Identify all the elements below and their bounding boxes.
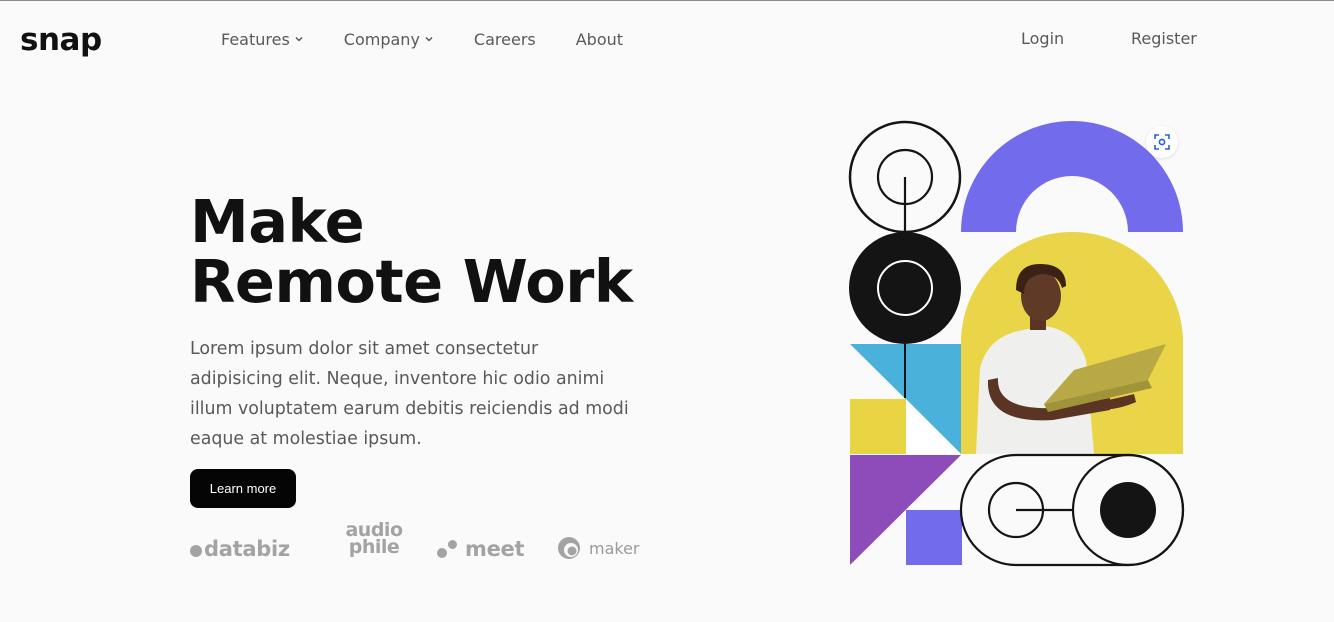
black-circle [849,232,961,344]
nav-item-features[interactable]: Features [221,30,304,49]
audiophile-logo: audio phile [334,521,414,558]
meet-logo: meet [437,537,525,561]
maker-wordmark: maker [589,538,640,558]
hero-illustration [848,120,1185,567]
hero-title-line2: Remote Work [190,247,633,316]
nav-item-about[interactable]: About [576,30,623,49]
databiz-wordmark: databiz [204,537,290,561]
client-logos: databiz audio phile meet maker [190,520,660,570]
nav-item-careers[interactable]: Careers [474,30,536,49]
focus-expand-icon [1154,134,1170,150]
nav-item-label: About [575,29,624,49]
chevron-down-icon [295,36,303,42]
databiz-logo: databiz [190,537,290,561]
brand-logo[interactable]: snap [20,20,102,60]
nav-item-label: Careers [473,29,536,49]
main-nav: Features Company Careers About [221,27,663,51]
hero-title: Make Remote Work [190,192,633,312]
nav-item-label: Company [343,29,420,49]
top-border [0,0,1334,1]
nav-item-label: Features [221,29,290,49]
yellow-square [850,399,906,454]
hero-title-line1: Make [190,187,365,256]
outlined-pill [959,453,1185,567]
nav-item-company[interactable]: Company [344,30,434,49]
audiophile-wordmark-bottom: phile [348,536,400,558]
meet-dots-icon [437,538,459,560]
outlined-circle-top [848,120,962,235]
learn-more-button[interactable]: Learn more [190,469,296,508]
register-link[interactable]: Register [1131,27,1197,51]
maker-swirl-icon [558,537,580,559]
person-photo [961,232,1183,454]
image-expand-button[interactable] [1146,126,1178,158]
chevron-down-icon [425,36,433,42]
purple-square [906,510,962,565]
meet-wordmark: meet [465,537,525,561]
hero-description: Lorem ipsum dolor sit amet consectetur a… [190,339,629,449]
databiz-dot [190,544,202,557]
maker-logo: maker [557,536,640,560]
login-link[interactable]: Login [1021,27,1064,51]
